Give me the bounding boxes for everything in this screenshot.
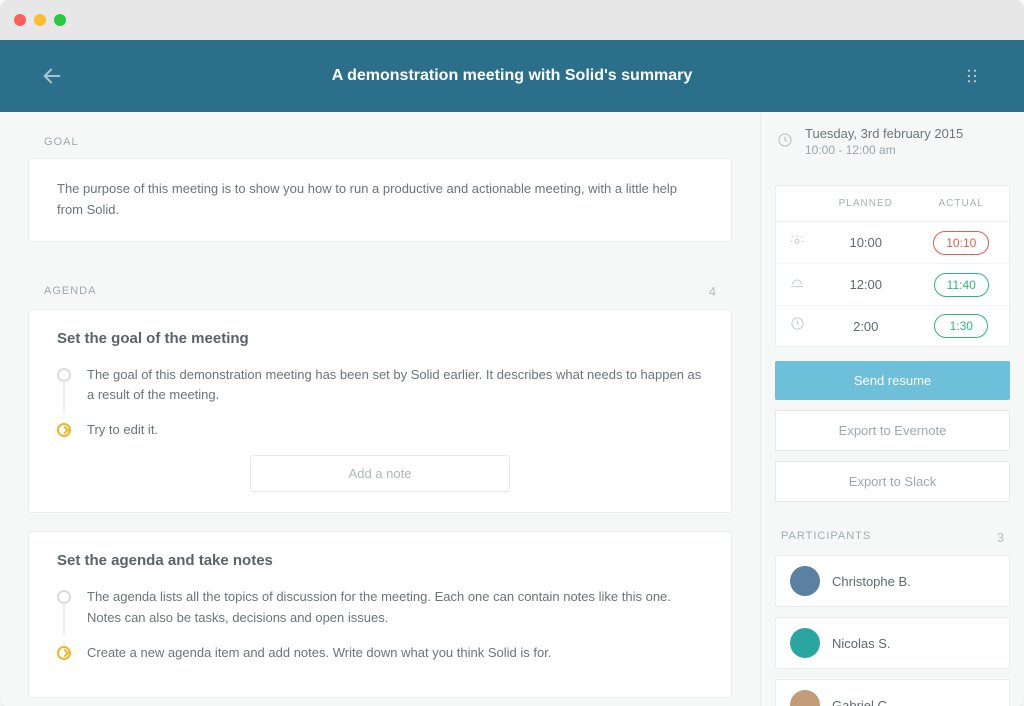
time-row: 12:00 11:40 (776, 264, 1009, 306)
participant-row[interactable]: Gabriel C. (775, 679, 1010, 706)
note-row: Create a new agenda item and add notes. … (57, 643, 703, 664)
avatar (790, 628, 820, 658)
window-zoom-icon[interactable] (54, 14, 66, 26)
window-close-icon[interactable] (14, 14, 26, 26)
sunrise-icon (776, 222, 818, 263)
export-slack-button[interactable]: Export to Slack (775, 461, 1010, 502)
note-row: The goal of this demonstration meeting h… (57, 365, 703, 407)
menu-button[interactable] (948, 67, 996, 85)
time-table: PLANNED ACTUAL 10:00 10:10 (775, 185, 1010, 347)
planned-label: PLANNED (818, 186, 914, 221)
note-bullet-icon (57, 590, 71, 604)
actual-label: ACTUAL (914, 186, 1010, 221)
clock-icon (777, 132, 793, 151)
goal-section-label: GOAL (0, 112, 760, 158)
export-evernote-button[interactable]: Export to Evernote (775, 410, 1010, 451)
back-button[interactable] (28, 65, 76, 87)
send-resume-button[interactable]: Send resume (775, 361, 1010, 400)
note-text[interactable]: The goal of this demonstration meeting h… (87, 365, 703, 407)
sunset-icon (776, 264, 818, 305)
goal-text: The purpose of this meeting is to show y… (57, 179, 703, 221)
participant-name: Christophe B. (832, 574, 911, 589)
meeting-time-range: 10:00 - 12:00 am (805, 143, 963, 157)
agenda-item: Set the goal of the meeting The goal of … (28, 309, 732, 513)
agenda-item-notes: The agenda lists all the topics of discu… (57, 587, 703, 663)
clock-icon (776, 306, 818, 346)
note-text[interactable]: Try to edit it. (87, 420, 703, 441)
note-text[interactable]: The agenda lists all the topics of discu… (87, 587, 703, 629)
note-bullet-icon (57, 368, 71, 382)
time-row: 2:00 1:30 (776, 306, 1009, 346)
avatar (790, 566, 820, 596)
actual-pill: 10:10 (933, 231, 989, 255)
note-row: The agenda lists all the topics of discu… (57, 587, 703, 629)
window-minimize-icon[interactable] (34, 14, 46, 26)
actual-pill: 1:30 (934, 314, 988, 338)
meeting-datetime: Tuesday, 3rd february 2015 10:00 - 12:00… (761, 112, 1024, 171)
timeline-line (63, 381, 65, 413)
add-note-button[interactable]: Add a note (250, 455, 510, 492)
actual-pill: 11:40 (934, 273, 989, 297)
participant-row[interactable]: Nicolas S. (775, 617, 1010, 669)
agenda-item-title: Set the goal of the meeting (57, 330, 703, 347)
time-row: 10:00 10:10 (776, 222, 1009, 264)
time-table-head: PLANNED ACTUAL (776, 186, 1009, 222)
participants-count: 3 (997, 530, 1004, 545)
participant-name: Nicolas S. (832, 636, 891, 651)
meeting-date: Tuesday, 3rd february 2015 (805, 126, 963, 141)
agenda-item-notes: The goal of this demonstration meeting h… (57, 365, 703, 441)
action-bullet-icon (57, 423, 71, 437)
participant-name: Gabriel C. (832, 698, 891, 706)
app-header: A demonstration meeting with Solid's sum… (0, 40, 1024, 112)
action-bullet-icon (57, 646, 71, 660)
planned-value: 10:00 (818, 225, 914, 260)
app-body: A demonstration meeting with Solid's sum… (0, 40, 1024, 706)
note-text[interactable]: Create a new agenda item and add notes. … (87, 643, 703, 664)
sidebar: Tuesday, 3rd february 2015 10:00 - 12:00… (760, 112, 1024, 706)
participant-row[interactable]: Christophe B. (775, 555, 1010, 607)
avatar (790, 690, 820, 706)
page-title: A demonstration meeting with Solid's sum… (76, 67, 948, 85)
planned-value: 2:00 (818, 309, 914, 344)
goal-label-text: GOAL (44, 136, 79, 148)
agenda-label-text: AGENDA (44, 285, 96, 297)
participants-section-label: PARTICIPANTS 3 (761, 512, 1024, 555)
drag-grid-icon (963, 67, 981, 85)
agenda-section-label: AGENDA 4 (0, 260, 760, 309)
mac-window: A demonstration meeting with Solid's sum… (0, 0, 1024, 706)
main-column: GOAL The purpose of this meeting is to s… (0, 112, 760, 706)
content-area: GOAL The purpose of this meeting is to s… (0, 112, 1024, 706)
agenda-count: 4 (709, 284, 716, 299)
goal-card: The purpose of this meeting is to show y… (28, 158, 732, 242)
planned-value: 12:00 (818, 267, 914, 302)
timeline-line (63, 603, 65, 635)
arrow-left-icon (41, 65, 63, 87)
note-row: Try to edit it. (57, 420, 703, 441)
participants-label: PARTICIPANTS (781, 530, 871, 545)
agenda-item: Set the agenda and take notes The agenda… (28, 531, 732, 698)
window-titlebar (0, 0, 1024, 40)
agenda-item-title: Set the agenda and take notes (57, 552, 703, 569)
